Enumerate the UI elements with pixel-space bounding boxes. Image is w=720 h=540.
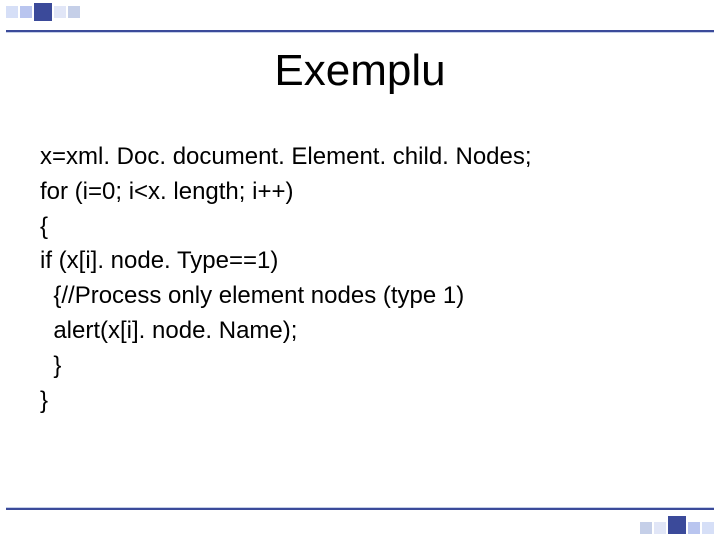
deco-square [54,6,66,18]
deco-square [68,6,80,18]
code-block: x=xml. Doc. document. Element. child. No… [40,140,680,418]
rule-bottom [6,507,714,510]
code-line: alert(x[i]. node. Name); [40,317,297,344]
code-line: {//Process only element nodes (type 1) [40,282,464,309]
deco-square [20,6,32,18]
deco-square [654,522,666,534]
code-line: if (x[i]. node. Type==1) [40,247,278,274]
corner-squares-top [6,6,80,21]
code-line: } [40,387,48,414]
slide-title: Exemplu [0,46,720,96]
deco-square [34,3,52,21]
rule-top [6,30,714,33]
slide: Exemplu x=xml. Doc. document. Element. c… [0,0,720,540]
deco-square [640,522,652,534]
code-line: { [40,213,48,240]
code-line: for (i=0; i<x. length; i++) [40,178,293,205]
code-line: x=xml. Doc. document. Element. child. No… [40,143,532,170]
deco-square [688,522,700,534]
corner-squares-bottom [640,519,714,534]
deco-square [668,516,686,534]
deco-square [6,6,18,18]
deco-square [702,522,714,534]
code-line: } [40,352,61,379]
